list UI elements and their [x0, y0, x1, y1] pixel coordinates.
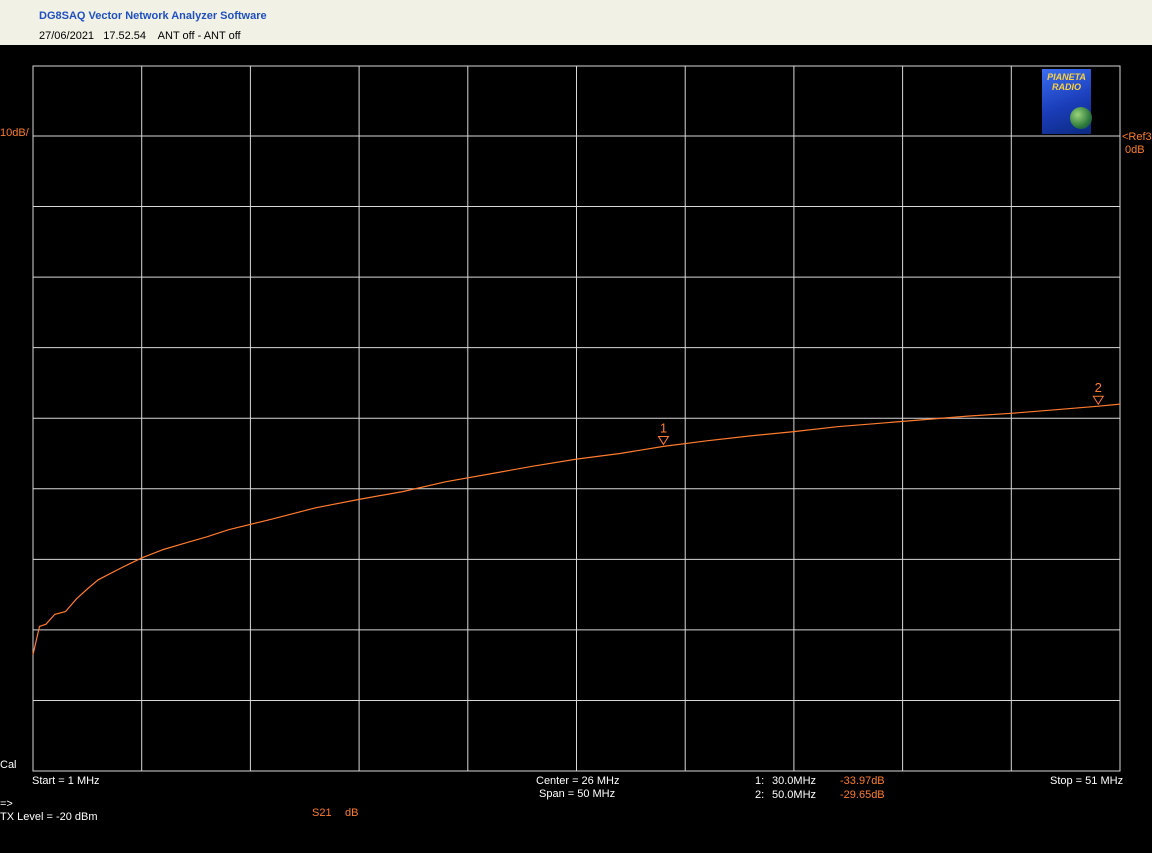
pianeta-radio-logo: PIANETA RADIO	[1042, 69, 1092, 134]
plot-grid	[32, 65, 1121, 772]
marker2-value: -29.65dB	[840, 789, 885, 801]
span-freq: Span = 50 MHz	[539, 788, 616, 800]
arrow-indicator: =>	[0, 798, 13, 810]
logo-line1: PIANETA	[1047, 72, 1086, 82]
globe-icon	[1070, 107, 1092, 129]
timestamp-status: 27/06/2021 17.52.54 ANT off - ANT off	[39, 30, 241, 42]
marker1-value: -33.97dB	[840, 775, 885, 787]
marker2-freq: 50.0MHz	[772, 789, 817, 801]
cal-label: Cal	[0, 759, 17, 771]
title-bar: DG8SAQ Vector Network Analyzer Software …	[0, 0, 1152, 45]
stop-freq: Stop = 51 MHz	[1050, 775, 1124, 787]
marker1-label: 1:	[755, 775, 765, 787]
marker2-label: 2:	[755, 789, 765, 801]
marker-triangle-1	[657, 435, 670, 446]
scale-per-div: 10dB/	[0, 127, 29, 139]
start-freq: Start = 1 MHz	[32, 775, 100, 787]
markers-group: 12	[657, 380, 1105, 446]
ref-level-label: <Ref3	[1122, 131, 1152, 143]
marker-triangle-2	[1092, 395, 1105, 406]
trace-unit: dB	[345, 807, 359, 819]
app-title: DG8SAQ Vector Network Analyzer Software	[39, 10, 267, 22]
ref-level-value: 0dB	[1125, 144, 1145, 156]
marker-number-2: 2	[1095, 380, 1102, 395]
tx-level: TX Level = -20 dBm	[0, 811, 98, 823]
trace-parameter: S21	[312, 807, 332, 819]
marker1-freq: 30.0MHz	[772, 775, 817, 787]
center-freq: Center = 26 MHz	[536, 775, 620, 787]
analyzer-plot: 12	[32, 65, 1121, 772]
marker-number-1: 1	[660, 420, 667, 435]
logo-line2: RADIO	[1052, 82, 1081, 92]
